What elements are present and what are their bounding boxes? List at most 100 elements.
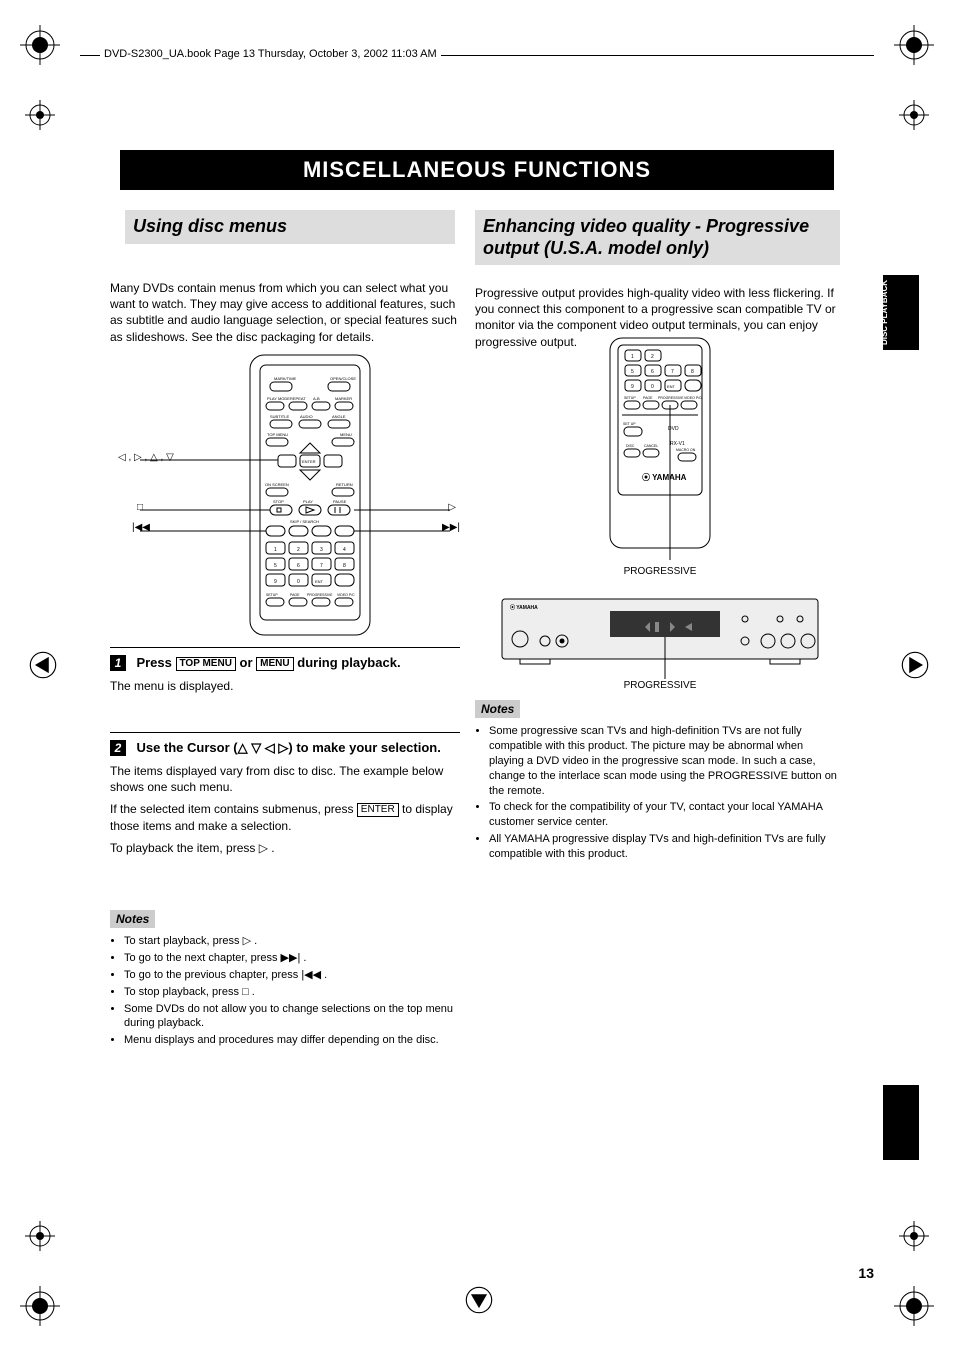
section-title-left: Using disc menus [125,210,455,244]
svg-text:SET UP: SET UP [623,422,636,426]
step-1-body: The menu is displayed. [110,678,460,694]
step-2-head: Use the Cursor (△ ▽ ◁ ▷) to make your se… [136,740,440,755]
svg-text:A-B: A-B [313,396,320,401]
key-enter: ENTER [357,803,399,817]
stop-label: □ [137,502,143,513]
side-tab-label: DISC PLAYBACK [880,275,889,350]
svg-text:9: 9 [631,384,634,390]
svg-text:ENT: ENT [667,384,676,389]
side-tab-blank [883,1085,919,1160]
notes-left-list: To start playback, press ▷ . To go to th… [124,934,460,1048]
step-1-head: Press TOP MENU or MENU during playback. [136,655,400,670]
player-illustration: ⦿ YAMAHA [500,589,820,679]
svg-text:1: 1 [274,547,277,553]
right-figures: 1 2 5 6 7 8 9 0 ENT SETUPPAGEPROGRESSIVE… [500,335,820,692]
svg-text:⦿ YAMAHA: ⦿ YAMAHA [642,472,687,482]
list-item: Some progressive scan TVs and high-defin… [489,724,840,798]
step-2-body-a: The items displayed vary from disc to di… [110,763,460,795]
svg-text:AUDIO: AUDIO [300,414,313,419]
svg-text:ENTER: ENTER [302,459,316,464]
svg-text:0: 0 [651,384,654,390]
crop-mark-icon [894,25,934,65]
key-top-menu: TOP MENU [176,657,236,671]
svg-text:2: 2 [651,354,654,360]
registration-mark-icon [899,1221,929,1251]
svg-text:8: 8 [691,369,694,375]
svg-text:PAUSE: PAUSE [333,499,347,504]
notes-left-title: Notes [110,910,155,928]
play-label: ▷ [448,502,456,513]
svg-text:PAGE: PAGE [290,593,300,597]
list-item: To go to the next chapter, press ▶▶| . [124,951,460,966]
svg-text:SUBTITLE: SUBTITLE [270,414,289,419]
svg-text:8: 8 [343,563,346,569]
svg-text:MARKER: MARKER [335,396,352,401]
svg-text:0: 0 [297,579,300,585]
svg-text:ON SCREEN: ON SCREEN [265,482,289,487]
svg-text:PLAY: PLAY [303,499,313,504]
list-item: All YAMAHA progressive display TVs and h… [489,832,840,862]
chapter-banner: MISCELLANEOUS FUNCTIONS [120,150,834,190]
notes-left: Notes To start playback, press ▷ . To go… [110,910,460,1050]
list-item: Some DVDs do not allow you to change sel… [124,1002,460,1032]
step-2-body-b: If the selected item contains submenus, … [110,801,460,833]
svg-text:VIDEO P/C: VIDEO P/C [337,593,355,597]
page: DVD-S2300_UA.book Page 13 Thursday, Octo… [0,0,954,1351]
remote-small-caption: PROGRESSIVE [500,565,820,579]
svg-text:7: 7 [671,369,674,375]
svg-text:PAGE: PAGE [643,396,653,400]
remote-illustration: MARK/TIME OPEN/CLOSE PLAY MODEREPEATA-BM… [140,350,450,640]
svg-text:ANGLE: ANGLE [332,414,346,419]
registration-arrow-icon [464,1285,490,1311]
svg-text:SKIP / SEARCH: SKIP / SEARCH [290,519,319,524]
next-label: ▶▶| [442,522,460,533]
notes-right-list: Some progressive scan TVs and high-defin… [489,724,840,862]
step-2: 2 Use the Cursor (△ ▽ ◁ ▷) to make your … [110,730,460,856]
registration-mark-icon [899,100,929,130]
crop-mark-icon [20,25,60,65]
svg-text:4: 4 [343,547,346,553]
list-item: Menu displays and procedures may differ … [124,1033,460,1048]
svg-text:MACRO ON: MACRO ON [676,448,696,452]
svg-text:RX-V1: RX-V1 [670,441,685,447]
header-text: DVD-S2300_UA.book Page 13 Thursday, Octo… [100,48,441,60]
remote-small-illustration: 1 2 5 6 7 8 9 0 ENT SETUPPAGEPROGRESSIVE… [570,335,750,565]
svg-text:RETURN: RETURN [336,482,353,487]
prev-label: |◀◀ [132,522,150,533]
step-1-number: 1 [110,655,126,671]
list-item: To start playback, press ▷ . [124,934,460,949]
page-number: 13 [858,1265,874,1281]
registration-mark-icon [25,1221,55,1251]
svg-text:OPEN/CLOSE: OPEN/CLOSE [330,376,356,381]
svg-text:6: 6 [651,369,654,375]
svg-text:2: 2 [297,547,300,553]
registration-mark-icon [25,100,55,130]
step-1: 1 Press TOP MENU or MENU during playback… [110,645,460,694]
svg-text:3: 3 [320,547,323,553]
list-item: To go to the previous chapter, press |◀◀… [124,968,460,983]
svg-text:STOP: STOP [273,499,284,504]
svg-text:5: 5 [631,369,634,375]
notes-right-title: Notes [475,700,520,718]
step-2-body-c: To playback the item, press ▷ . [110,840,460,856]
arrow-cursor-label: ◁ , ▷ , △ , ▽ [118,452,174,463]
svg-text:SETUP: SETUP [624,396,636,400]
svg-text:MARK/TIME: MARK/TIME [274,376,297,381]
svg-text:DISC: DISC [626,444,635,448]
step-2-number: 2 [110,740,126,756]
list-item: To stop playback, press □ . [124,985,460,1000]
player-caption: PROGRESSIVE [500,679,820,693]
svg-text:6: 6 [297,563,300,569]
crop-mark-icon [20,1286,60,1326]
svg-text:7: 7 [320,563,323,569]
svg-text:⦿ YAMAHA: ⦿ YAMAHA [510,604,538,611]
svg-text:PROGRESSIVE: PROGRESSIVE [658,396,684,400]
left-intro: Many DVDs contain menus from which you c… [110,280,460,345]
crop-mark-icon [894,1286,934,1326]
svg-text:ENT: ENT [315,579,324,584]
svg-text:PLAY MODE: PLAY MODE [267,396,290,401]
svg-text:CANCEL: CANCEL [644,444,658,448]
svg-text:5: 5 [274,563,277,569]
svg-text:VIDEO P/C: VIDEO P/C [684,396,702,400]
svg-text:SETUP: SETUP [266,593,278,597]
